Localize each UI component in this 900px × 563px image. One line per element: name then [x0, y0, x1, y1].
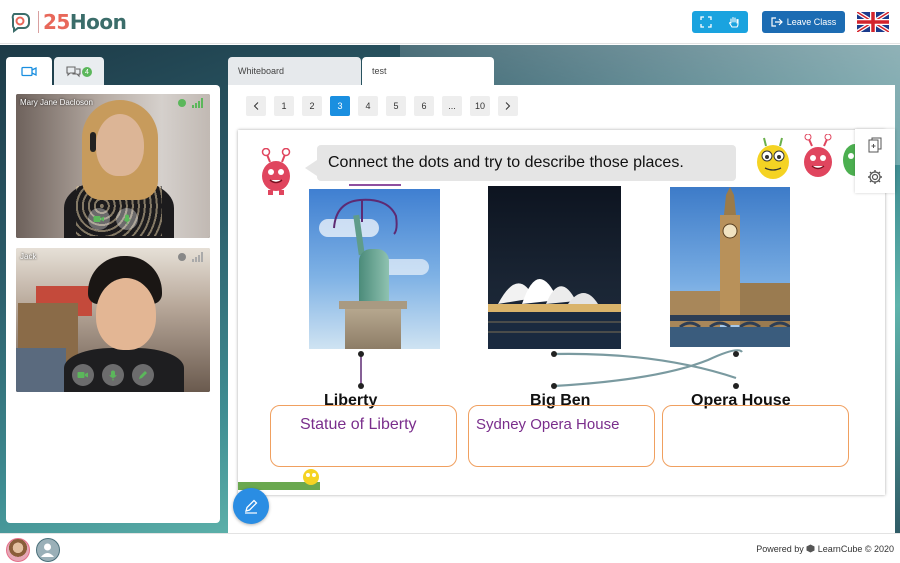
tab-chat[interactable]: 4 — [54, 57, 104, 85]
tab-test[interactable]: test — [362, 57, 494, 85]
side-toolbar — [855, 129, 895, 193]
student-face — [96, 278, 156, 350]
pen-tool-button[interactable] — [233, 488, 269, 524]
page-button[interactable]: 2 — [302, 96, 322, 116]
powered-brand: LearnCube © 2020 — [817, 544, 894, 554]
next-page-button[interactable] — [498, 96, 518, 116]
copy-page-icon[interactable] — [868, 137, 882, 153]
fullscreen-button[interactable] — [692, 11, 720, 33]
page-button-current[interactable]: 3 — [330, 96, 350, 116]
camera-icon — [77, 372, 88, 378]
participant-name: Mary Jane Dacloson — [20, 98, 93, 107]
left-tabs: 4 — [6, 57, 104, 85]
powered-prefix: Powered by — [756, 544, 804, 554]
logo: 25Hoon — [10, 9, 127, 35]
prev-page-button[interactable] — [246, 96, 266, 116]
video-camera-icon — [21, 66, 37, 76]
gear-icon[interactable] — [867, 169, 883, 185]
participants-panel: Mary Jane Dacloson Jack — [6, 85, 220, 523]
whiteboard-tabs: Whiteboard test — [228, 57, 494, 85]
video-tile-teacher[interactable]: Mary Jane Dacloson — [16, 94, 210, 238]
whiteboard-panel: 1 2 3 4 5 6 ... 10 Connect the dots and … — [228, 85, 895, 533]
learncube-logo-icon — [806, 544, 815, 553]
fullscreen-icon — [700, 16, 712, 28]
leave-class-button[interactable]: Leave Class — [762, 11, 845, 33]
view-tools — [692, 11, 748, 33]
avatar-student[interactable] — [36, 538, 60, 562]
bottom-bar: Powered by LearnCube © 2020 — [0, 533, 900, 563]
answer-box-2[interactable]: Sydney Opera House — [468, 405, 655, 467]
microphone-icon — [123, 214, 131, 224]
uk-flag-icon[interactable] — [857, 12, 889, 32]
hand-icon — [728, 16, 739, 28]
pagination: 1 2 3 4 5 6 ... 10 — [246, 96, 518, 116]
signal-icon — [192, 98, 204, 108]
exit-icon — [771, 17, 783, 27]
video-tile-student[interactable]: Jack — [16, 248, 210, 392]
tab-video[interactable] — [6, 57, 52, 85]
powered-by: Powered by LearnCube © 2020 — [756, 544, 894, 554]
camera-toggle-button[interactable] — [88, 208, 110, 230]
logo-icon — [11, 13, 30, 33]
participant-name: Jack — [20, 252, 37, 261]
camera-icon — [93, 216, 104, 222]
small-monster-icon — [303, 469, 319, 485]
chevron-right-icon — [505, 102, 511, 110]
page-button[interactable]: 5 — [386, 96, 406, 116]
mic-toggle-button[interactable] — [102, 364, 124, 386]
tab-whiteboard[interactable]: Whiteboard — [228, 57, 361, 85]
page-button[interactable]: 4 — [358, 96, 378, 116]
user-icon — [41, 543, 54, 557]
mic-toggle-button[interactable] — [116, 208, 138, 230]
chat-count-badge: 4 — [82, 67, 92, 77]
logo-number: 25 — [43, 10, 70, 34]
page-button[interactable]: 1 — [274, 96, 294, 116]
page-button[interactable]: 6 — [414, 96, 434, 116]
camera-toggle-button[interactable] — [72, 364, 94, 386]
whiteboard-canvas[interactable]: Connect the dots and try to describe tho… — [238, 130, 885, 495]
page-ellipsis[interactable]: ... — [442, 96, 462, 116]
chat-icon — [66, 65, 81, 77]
leave-class-label: Leave Class — [786, 17, 837, 27]
chevron-left-icon — [253, 102, 259, 110]
avatar-teacher[interactable] — [6, 538, 30, 562]
signal-icon — [192, 252, 204, 262]
status-indicator — [178, 253, 186, 261]
logo-word: Hoon — [69, 10, 127, 34]
status-indicator — [178, 99, 186, 107]
top-bar: 25Hoon Leave Class — [0, 0, 900, 44]
answer-box-1[interactable]: Statue of Liberty — [270, 405, 457, 467]
answer-box-3[interactable] — [662, 405, 849, 467]
permissions-button[interactable] — [132, 364, 154, 386]
page-button[interactable]: 10 — [470, 96, 490, 116]
teacher-face — [96, 114, 144, 176]
microphone-icon — [109, 370, 117, 380]
raise-hand-button[interactable] — [720, 11, 748, 33]
pen-icon — [139, 371, 147, 379]
pencil-icon — [245, 499, 258, 514]
